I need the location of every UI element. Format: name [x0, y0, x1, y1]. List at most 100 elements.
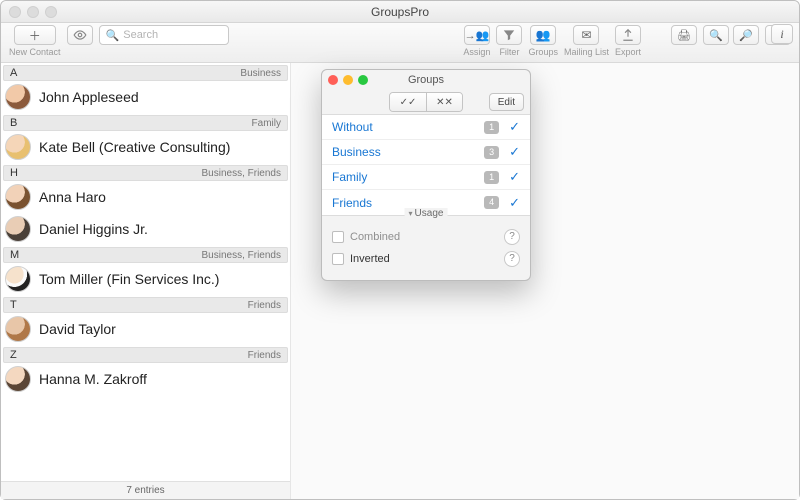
contact-name: Kate Bell (Creative Consulting): [39, 139, 230, 155]
contact-name: Hanna M. Zakroff: [39, 371, 147, 387]
help-icon[interactable]: ?: [504, 229, 520, 245]
group-count-badge: 1: [484, 121, 499, 134]
section-letter: Z: [10, 349, 17, 361]
avatar: [5, 134, 31, 160]
assign-icon: →👥: [465, 29, 490, 42]
zoom-in-button[interactable]: 🔎: [733, 25, 759, 45]
inverted-label: Inverted: [350, 253, 390, 265]
export-button[interactable]: [615, 25, 641, 45]
check-icon[interactable]: ✓: [509, 195, 520, 211]
group-name: Business: [332, 145, 484, 159]
print-button[interactable]: 🖨︎: [671, 25, 697, 45]
groups-label: Groups: [528, 47, 558, 57]
contact-name: David Taylor: [39, 321, 116, 337]
new-contact-label: New Contact: [9, 47, 61, 57]
section-header: Z Friends: [3, 347, 288, 363]
group-count-badge: 1: [484, 171, 499, 184]
section-header: ABusiness: [3, 65, 288, 81]
contact-row[interactable]: John Appleseed: [3, 81, 288, 113]
printer-icon: 🖨︎: [677, 29, 691, 42]
zoom-out-icon: 🔍: [709, 29, 723, 42]
group-row[interactable]: Family1 ✓: [322, 165, 530, 190]
usage-section: Usage Combined ? Inverted ?: [322, 216, 530, 280]
group-row[interactable]: Business3 ✓: [322, 140, 530, 165]
inverted-checkbox[interactable]: [332, 253, 344, 265]
new-contact-button[interactable]: ＋: [14, 25, 56, 45]
window-title: GroupsPro: [1, 5, 799, 19]
main-window: GroupsPro i ＋ New Contact 🔍 Search →👥: [0, 0, 800, 500]
combined-label: Combined: [350, 231, 400, 243]
section-header: H Business, Friends: [3, 165, 288, 181]
assign-label: Assign: [463, 47, 490, 57]
groups-list: Without1✓Business3✓Family1✓Friends4✓: [322, 114, 530, 216]
contact-row[interactable]: David Taylor: [3, 313, 288, 345]
contact-row[interactable]: Daniel Higgins Jr.: [3, 213, 288, 245]
zoom-in-icon: 🔎: [739, 29, 753, 42]
section-tag: Business, Friends: [202, 250, 281, 261]
contact-name: Anna Haro: [39, 189, 106, 205]
mailing-list-button[interactable]: ✉︎: [573, 25, 599, 45]
footer-status: 7 entries: [1, 481, 290, 499]
main-titlebar: GroupsPro: [1, 1, 799, 23]
section-header: M Business, Friends: [3, 247, 288, 263]
group-name: Family: [332, 170, 484, 184]
contact-row[interactable]: Kate Bell (Creative Consulting): [3, 131, 288, 163]
section-tag: Business, Friends: [202, 168, 281, 179]
export-label: Export: [615, 47, 641, 57]
check-icon[interactable]: ✓: [509, 119, 520, 135]
section-header: TFriends: [3, 297, 288, 313]
contact-name: John Appleseed: [39, 89, 139, 105]
eye-icon: [73, 28, 87, 42]
groups-titlebar: Groups: [322, 70, 530, 90]
contact-row[interactable]: Tom Miller (Fin Services Inc.): [3, 263, 288, 295]
section-letter: H: [10, 167, 18, 179]
groups-icon: 👥: [536, 28, 551, 42]
search-placeholder: Search: [123, 29, 158, 41]
zoom-out-button[interactable]: 🔍: [703, 25, 729, 45]
groups-title: Groups: [322, 74, 530, 86]
select-all-button[interactable]: ✓✓: [390, 93, 426, 111]
contact-row[interactable]: Anna Haro: [3, 181, 288, 213]
search-input[interactable]: 🔍 Search: [99, 25, 229, 45]
usage-label: Usage: [405, 208, 448, 219]
filter-label: Filter: [499, 47, 519, 57]
select-segment: ✓✓ ✕✕: [389, 92, 463, 112]
contacts-pane: ABusiness John Appleseed B Family Kate Bell …: [1, 63, 291, 499]
group-row[interactable]: Without1 ✓: [322, 115, 530, 140]
group-count-badge: 4: [484, 196, 499, 209]
combined-checkbox[interactable]: [332, 231, 344, 243]
check-icon[interactable]: ✓: [509, 144, 520, 160]
group-count-badge: 3: [484, 146, 499, 159]
avatar: [5, 316, 31, 342]
detail-pane: Groups ✓✓ ✕✕ Edit Without1✓Business3✓Fam…: [291, 63, 799, 499]
inverted-row: Inverted ?: [332, 248, 520, 270]
avatar: [5, 266, 31, 292]
combined-row: Combined ?: [332, 226, 520, 248]
help-icon[interactable]: ?: [504, 251, 520, 267]
contact-row[interactable]: Hanna M. Zakroff: [3, 363, 288, 395]
section-letter: M: [10, 249, 19, 261]
contact-name: Daniel Higgins Jr.: [39, 221, 148, 237]
section-letter: T: [10, 299, 17, 311]
groups-button[interactable]: 👥: [530, 25, 556, 45]
groups-panel: Groups ✓✓ ✕✕ Edit Without1✓Business3✓Fam…: [321, 69, 531, 281]
filter-button[interactable]: [496, 25, 522, 45]
section-letter: B: [10, 117, 17, 129]
search-icon: 🔍: [106, 29, 120, 42]
section-tag: Friends: [248, 350, 281, 361]
section-header: B Family: [3, 115, 288, 131]
envelope-icon: ✉︎: [581, 28, 591, 42]
check-icon[interactable]: ✓: [509, 169, 520, 185]
export-icon: [621, 28, 635, 42]
section-tag: Family: [252, 118, 281, 129]
avatar: [5, 366, 31, 392]
toolbar: ＋ New Contact 🔍 Search →👥 Assign: [1, 23, 799, 63]
avatar: [5, 84, 31, 110]
assign-button[interactable]: →👥: [464, 25, 491, 45]
group-name: Without: [332, 120, 484, 134]
info-button[interactable]: i: [771, 24, 793, 44]
section-letter: A: [10, 67, 17, 79]
edit-button[interactable]: Edit: [489, 93, 524, 111]
quicklook-button[interactable]: [67, 25, 93, 45]
select-none-button[interactable]: ✕✕: [426, 93, 462, 111]
